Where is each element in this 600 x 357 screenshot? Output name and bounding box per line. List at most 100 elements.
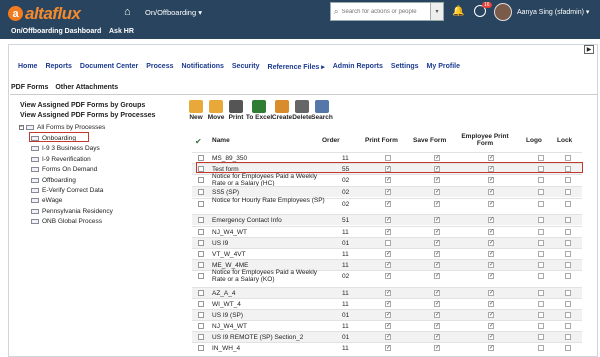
module-select[interactable]: On/Offboarding ▾ [145,8,202,17]
lock-checkbox[interactable] [565,334,571,340]
row-checkbox[interactable] [198,177,204,183]
table-row[interactable]: Notice for Employees Paid a Weekly Rate … [192,269,582,283]
print-checkbox[interactable]: ✓ [385,217,391,223]
table-row[interactable]: Notice for Hourly Rate Employees (SP) 02 ✓… [192,197,582,210]
emp-checkbox[interactable]: ✓ [488,323,494,329]
lock-checkbox[interactable] [565,273,571,279]
emp-checkbox[interactable]: ✓ [488,334,494,340]
save-checkbox[interactable]: ✓ [434,217,440,223]
emp-checkbox[interactable]: ✓ [488,189,494,195]
form-name[interactable]: Notice for Employees Paid a Weekly Rate … [212,269,327,283]
form-name[interactable]: AZ_A_4 [212,290,236,297]
save-checkbox[interactable]: ✓ [434,229,440,235]
form-name[interactable]: NJ_W4_WT [212,323,247,330]
col-print-form[interactable]: Print Form [365,137,398,144]
tree-item[interactable]: Offboarding [31,177,76,184]
nav-item[interactable]: Reports [45,63,71,71]
logo-checkbox[interactable] [538,155,544,161]
save-checkbox[interactable]: ✓ [434,301,440,307]
collapse-panel-icon[interactable]: ▶ [584,45,594,54]
logo-checkbox[interactable] [538,262,544,268]
col-name[interactable]: Name [212,137,230,144]
collapse-icon[interactable]: − [19,125,24,130]
table-row[interactable]: NJ_W4_WT 11 ✓ ✓ ✓ [192,226,582,237]
save-checkbox[interactable]: ✓ [434,155,440,161]
tree-item[interactable]: eWage [31,197,62,204]
save-checkbox[interactable]: ✓ [434,177,440,183]
nav-item[interactable]: Admin Reports [333,63,383,71]
logo-checkbox[interactable] [538,290,544,296]
nav-item[interactable]: Process [146,63,173,71]
logo-checkbox[interactable] [538,189,544,195]
emp-checkbox[interactable]: ✓ [488,251,494,257]
new-button[interactable]: New [186,100,206,121]
tree-item[interactable]: ONB Global Process [31,218,102,225]
print-checkbox[interactable]: ✓ [385,312,391,318]
table-row[interactable]: US I9 REMOTE (SP) Section_2 01 ✓ ✓ ✓ [192,331,582,342]
form-name[interactable]: NJ_W4_WT [212,229,247,236]
save-checkbox[interactable]: ✓ [434,201,440,207]
lock-checkbox[interactable] [565,217,571,223]
form-name[interactable]: ME_W_4ME [212,262,248,269]
row-checkbox[interactable] [198,229,204,235]
logo-checkbox[interactable] [538,240,544,246]
emp-checkbox[interactable]: ✓ [488,240,494,246]
row-checkbox[interactable] [198,334,204,340]
col-lock[interactable]: Lock [557,137,572,144]
delete-button[interactable]: Delete [292,100,312,121]
print-checkbox[interactable] [385,240,391,246]
row-checkbox[interactable] [198,240,204,246]
col-order[interactable]: Order [322,137,340,144]
logo-checkbox[interactable] [538,201,544,207]
table-row[interactable]: SS5 (SP) 02 ✓ ✓ ✓ [192,186,582,197]
row-checkbox[interactable] [198,301,204,307]
nav-item[interactable]: Settings [391,63,419,71]
save-checkbox[interactable]: ✓ [434,189,440,195]
ask-hr-link[interactable]: Ask HR [109,28,134,35]
print-checkbox[interactable]: ✓ [385,334,391,340]
dashboard-link[interactable]: On/Offboarding Dashboard [11,28,101,35]
save-checkbox[interactable]: ✓ [434,345,440,351]
lock-checkbox[interactable] [565,240,571,246]
logo-checkbox[interactable] [538,312,544,318]
save-checkbox[interactable]: ✓ [434,240,440,246]
lock-checkbox[interactable] [565,155,571,161]
emp-checkbox[interactable]: ✓ [488,290,494,296]
col-logo[interactable]: Logo [526,137,542,144]
emp-checkbox[interactable]: ✓ [488,345,494,351]
move-button[interactable]: Move [206,100,226,121]
form-name[interactable]: IN_WH_4 [212,345,240,352]
lock-checkbox[interactable] [565,312,571,318]
form-name[interactable]: MS_89_350 [212,155,247,162]
logo-checkbox[interactable] [538,345,544,351]
save-checkbox[interactable]: ✓ [434,334,440,340]
search-dropdown-icon[interactable]: ▾ [430,3,443,20]
search-button[interactable]: Search [311,100,333,121]
print-checkbox[interactable]: ✓ [385,229,391,235]
search-input[interactable] [341,8,422,15]
lock-checkbox[interactable] [565,301,571,307]
row-checkbox[interactable] [198,312,204,318]
table-row[interactable]: US I9 01 ✓ ✓ [192,237,582,248]
emp-checkbox[interactable]: ✓ [488,177,494,183]
table-row[interactable]: US I9 (SP) 01 ✓ ✓ ✓ [192,309,582,320]
print-checkbox[interactable]: ✓ [385,323,391,329]
to-excel-button[interactable]: To Excel [246,100,272,121]
row-checkbox[interactable] [198,273,204,279]
lock-checkbox[interactable] [565,177,571,183]
tree-root[interactable]: − All Forms by Processes [19,124,105,131]
row-checkbox[interactable] [198,201,204,207]
form-name[interactable]: US I9 [212,240,228,247]
table-row[interactable]: WI_WT_4 11 ✓ ✓ ✓ [192,298,582,309]
search-box[interactable]: ⌕ ▾ [330,2,444,21]
save-checkbox[interactable]: ✓ [434,290,440,296]
save-checkbox[interactable]: ✓ [434,273,440,279]
lock-checkbox[interactable] [565,229,571,235]
print-checkbox[interactable]: ✓ [385,290,391,296]
table-row[interactable]: Notice for Employees Paid a Weekly Rate … [192,173,582,186]
create-button[interactable]: Create [272,100,292,121]
print-checkbox[interactable]: ✓ [385,301,391,307]
logo-checkbox[interactable] [538,301,544,307]
tree-item[interactable]: I-9 3 Business Days [31,145,100,152]
tree-item[interactable]: Forms On Demand [31,166,97,173]
